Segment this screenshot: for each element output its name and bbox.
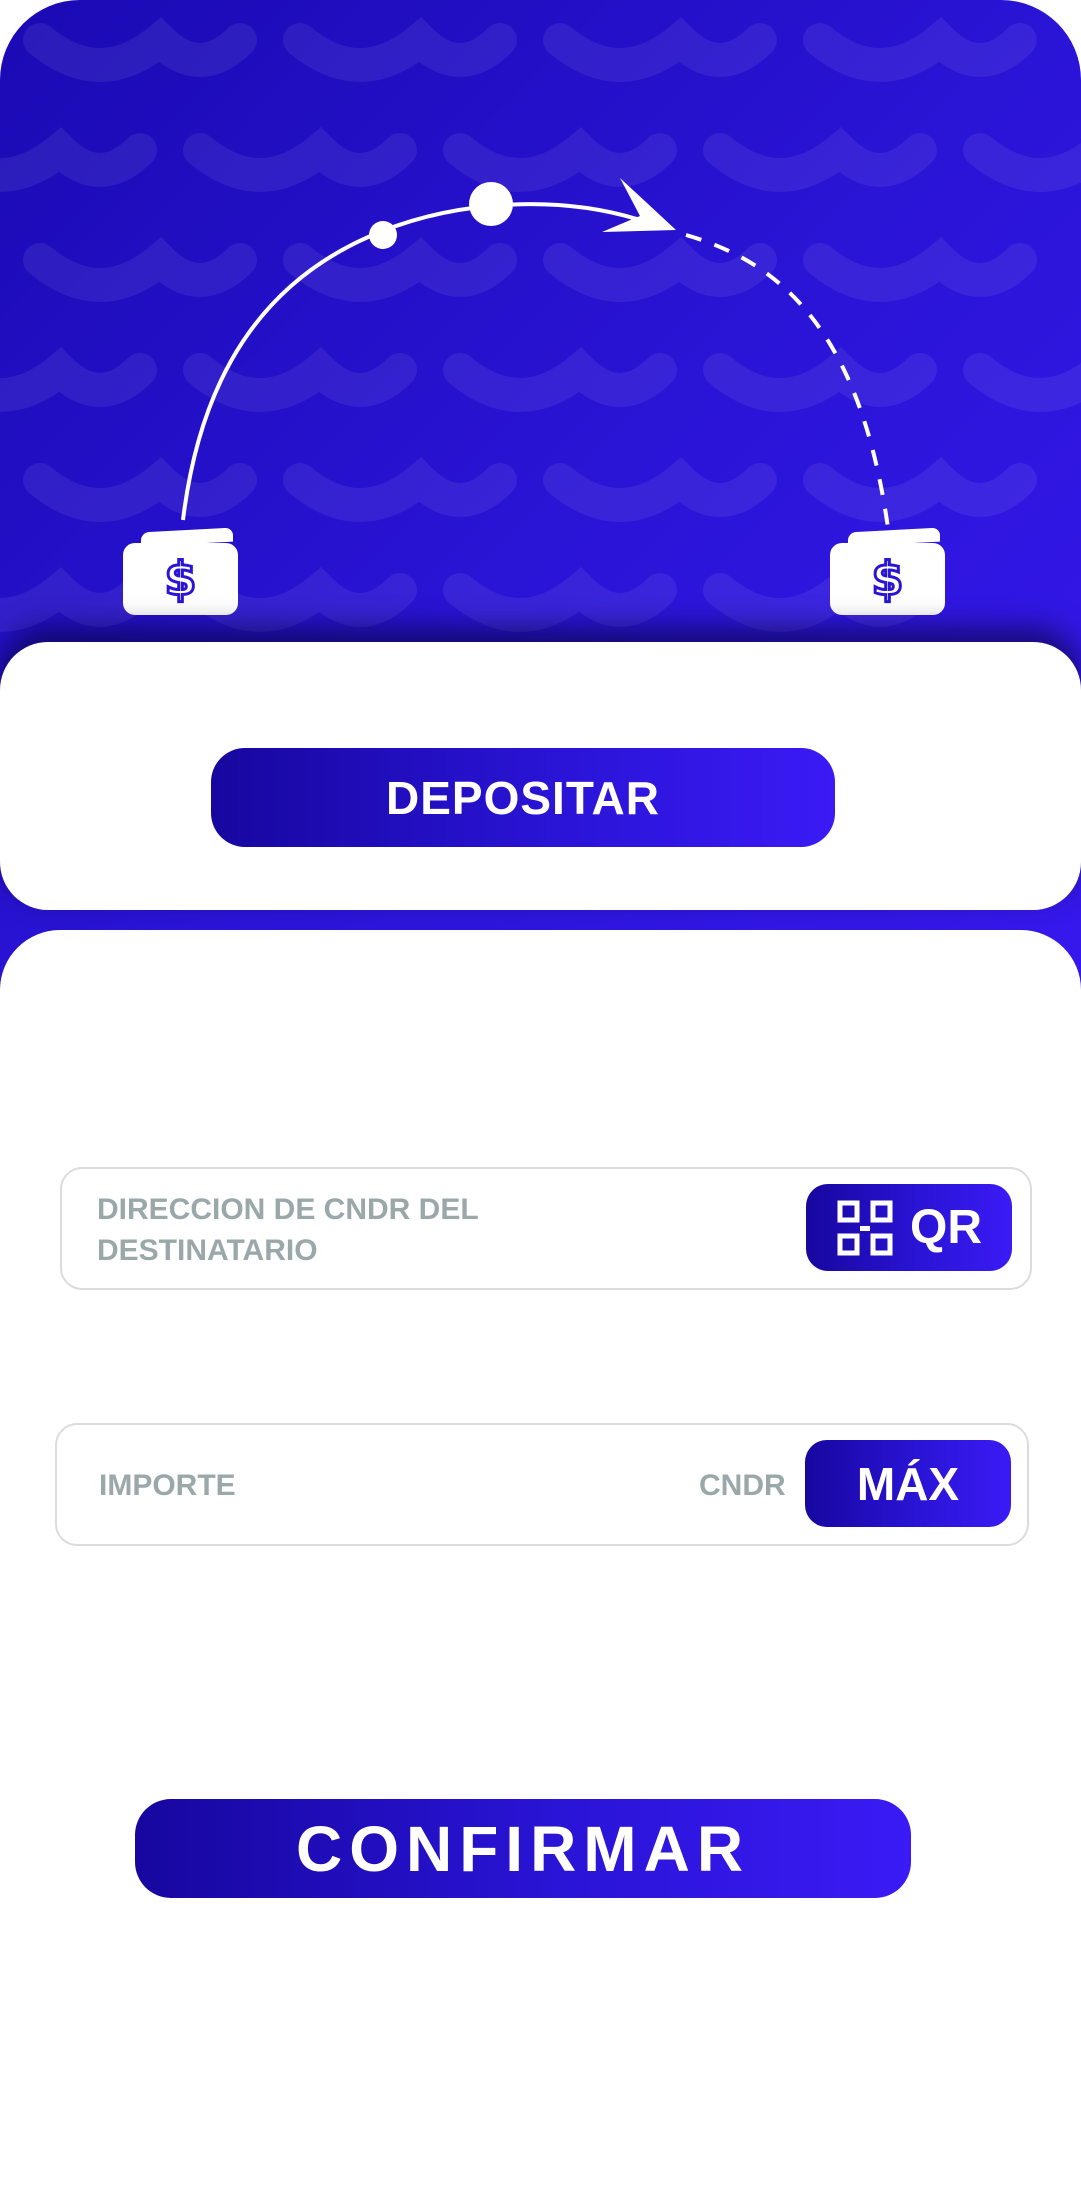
recipient-address-placeholder: DIRECCION DE CNDR DEL DESTINATARIO xyxy=(97,1193,479,1267)
amount-field[interactable]: IMPORTE CNDR MÁX xyxy=(55,1423,1029,1546)
qr-code-icon xyxy=(837,1200,893,1255)
deposit-button[interactable]: DEPOSITAR xyxy=(211,748,835,847)
qr-button-label: QR xyxy=(910,1201,982,1254)
confirm-button[interactable]: CONFIRMAR xyxy=(135,1799,911,1898)
send-form-card xyxy=(0,930,1081,2208)
recipient-wallet-icon: $ xyxy=(830,527,945,615)
amount-placeholder: IMPORTE xyxy=(99,1469,236,1502)
dollar-icon: $ xyxy=(870,552,905,606)
amount-unit: CNDR xyxy=(699,1469,786,1502)
scan-qr-button[interactable]: QR xyxy=(806,1184,1012,1271)
sender-wallet-icon: $ xyxy=(123,527,238,615)
recipient-address-field[interactable]: DIRECCION DE CNDR DEL DESTINATARIO QR xyxy=(60,1167,1032,1290)
dollar-icon: $ xyxy=(163,552,198,606)
max-amount-button[interactable]: MÁX xyxy=(805,1440,1011,1527)
